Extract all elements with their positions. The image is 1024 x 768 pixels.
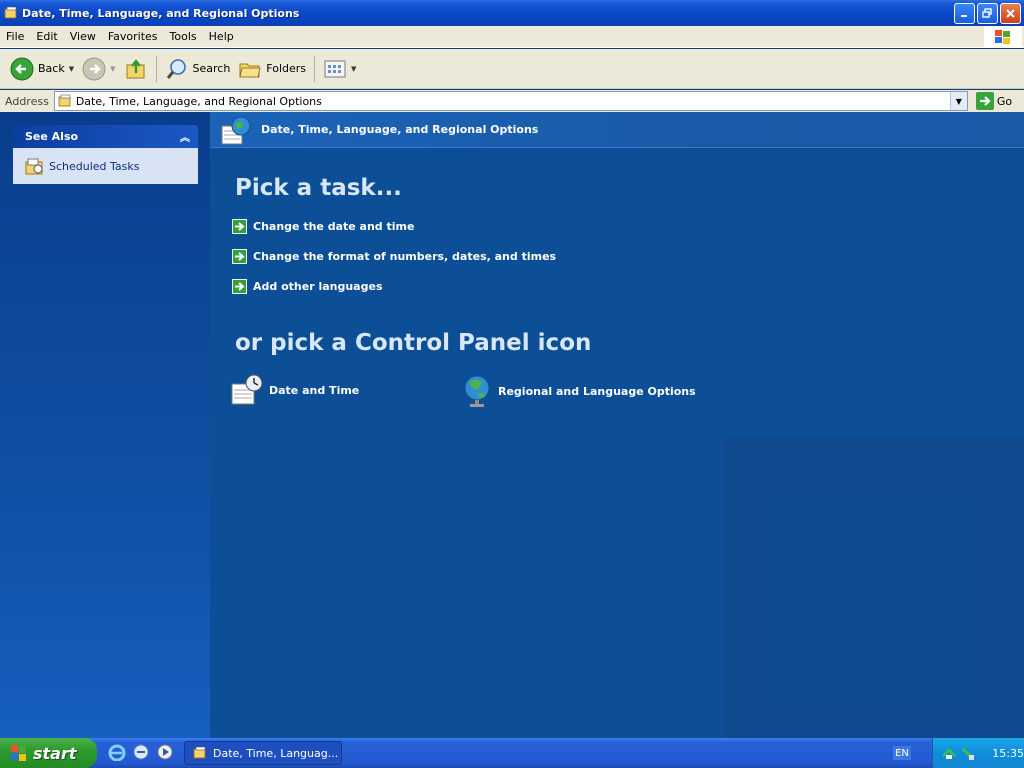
menu-tools[interactable]: Tools: [164, 30, 203, 43]
start-label: start: [33, 743, 77, 763]
menu-help[interactable]: Help: [203, 30, 240, 43]
watermark-shape: [774, 497, 974, 697]
go-arrow-icon: [975, 92, 994, 110]
up-folder-icon: [126, 58, 144, 78]
outlook-express-icon[interactable]: [132, 743, 150, 761]
windows-logo: [984, 26, 1022, 48]
back-arrow-icon: [10, 57, 34, 80]
back-label: Back: [38, 62, 65, 75]
forward-arrow-icon: [82, 57, 106, 80]
up-folder-button[interactable]: [120, 53, 152, 85]
go-label: Go: [996, 94, 1013, 108]
address-label: Address: [5, 94, 49, 108]
address-bar: Address Date, Time, Language, and Region…: [0, 90, 1024, 112]
taskbar-window-label: Date, Time, Languag...: [213, 746, 339, 760]
language-indicator[interactable]: EN: [893, 746, 911, 760]
folders-icon: [239, 63, 261, 77]
title-bar[interactable]: Date, Time, Language, and Regional Optio…: [0, 0, 1024, 26]
date-time-icon: [231, 374, 263, 405]
standard-toolbar: Back ▼ ▼ Search Folders ▼: [0, 49, 1024, 89]
menu-edit[interactable]: Edit: [30, 30, 63, 43]
search-label: Search: [192, 62, 231, 75]
close-icon: [1006, 9, 1015, 18]
forward-button[interactable]: ▼: [78, 53, 119, 85]
control-panel-folder-icon: [193, 746, 206, 759]
control-panel-folder-icon: [4, 6, 17, 19]
date-time-language-icon: [221, 116, 251, 145]
folders-button[interactable]: Folders: [234, 53, 310, 85]
task-change-date-time[interactable]: Change the date and time: [232, 219, 414, 234]
media-player-icon[interactable]: [156, 743, 174, 761]
menu-favorites[interactable]: Favorites: [102, 30, 164, 43]
safely-remove-hardware-icon[interactable]: [961, 745, 975, 761]
taskbar-window-button[interactable]: Date, Time, Languag...: [184, 741, 342, 765]
menu-bar: File Edit View Favorites Tools Help: [0, 26, 1024, 48]
windows-flag-icon: [11, 745, 26, 761]
network-icon[interactable]: [941, 745, 957, 761]
folders-label: Folders: [266, 62, 307, 75]
start-button[interactable]: start: [0, 738, 97, 768]
internet-explorer-icon[interactable]: [108, 743, 126, 761]
address-value: Date, Time, Language, and Regional Optio…: [75, 94, 322, 108]
windows-flag-icon: [995, 30, 1010, 44]
pick-task-heading: Pick a task...: [235, 175, 402, 201]
address-dropdown-button[interactable]: ▼: [949, 92, 967, 110]
task-pane: See Also ︽ Scheduled Tasks: [0, 112, 210, 738]
task-arrow-icon: [232, 279, 247, 294]
search-button[interactable]: Search: [161, 53, 235, 85]
search-icon: [166, 58, 186, 79]
watermark-background: [724, 437, 1024, 738]
views-button[interactable]: ▼: [319, 53, 360, 85]
go-button[interactable]: Go: [975, 92, 1013, 110]
window-controls: [954, 3, 1021, 24]
pick-icon-heading: or pick a Control Panel icon: [235, 330, 592, 356]
toolbar-separator: [314, 55, 316, 82]
category-header: Date, Time, Language, and Regional Optio…: [210, 112, 1024, 148]
scheduled-tasks-link[interactable]: Scheduled Tasks: [49, 160, 140, 173]
category-title: Date, Time, Language, and Regional Optio…: [261, 123, 539, 136]
explorer-window: Date, Time, Language, and Regional Optio…: [0, 0, 1024, 768]
address-field[interactable]: Date, Time, Language, and Regional Optio…: [53, 91, 968, 111]
close-button[interactable]: [1000, 3, 1021, 24]
date-and-time-label: Date and Time: [269, 383, 360, 397]
control-panel-folder-icon: [58, 94, 71, 107]
system-tray: 15:35: [932, 738, 1024, 768]
regional-language-icon-link[interactable]: Regional and Language Options: [462, 374, 696, 408]
back-button[interactable]: Back ▼: [6, 53, 78, 85]
minimize-button[interactable]: [954, 3, 975, 24]
date-and-time-icon-link[interactable]: Date and Time: [231, 374, 359, 406]
views-dropdown-icon[interactable]: ▼: [351, 65, 356, 73]
views-icon: [324, 60, 346, 77]
regional-language-label: Regional and Language Options: [498, 384, 696, 398]
task-arrow-icon: [232, 249, 247, 264]
see-also-title: See Also: [25, 130, 79, 143]
restore-icon: [982, 8, 992, 18]
forward-dropdown-icon[interactable]: ▼: [110, 65, 115, 73]
task-label: Change the format of numbers, dates, and…: [253, 250, 557, 263]
see-also-list: Scheduled Tasks: [13, 148, 198, 184]
task-change-format[interactable]: Change the format of numbers, dates, and…: [232, 249, 556, 264]
task-add-languages[interactable]: Add other languages: [232, 279, 383, 294]
collapse-chevron-icon[interactable]: ︽: [180, 129, 190, 144]
taskbar: start Date, Time, Languag... EN 15:35: [0, 738, 1024, 768]
back-dropdown-icon[interactable]: ▼: [69, 65, 74, 73]
globe-icon: [464, 375, 490, 407]
clock[interactable]: 15:35: [992, 747, 1024, 760]
scheduled-tasks-icon: [25, 158, 43, 175]
minimize-icon: [961, 15, 967, 17]
menu-file[interactable]: File: [0, 30, 30, 43]
menu-view[interactable]: View: [64, 30, 102, 43]
quick-launch: [108, 743, 174, 761]
task-label: Change the date and time: [253, 220, 415, 233]
task-arrow-icon: [232, 219, 247, 234]
task-label: Add other languages: [253, 280, 383, 293]
see-also-header[interactable]: See Also ︽: [13, 125, 198, 148]
window-title: Date, Time, Language, and Regional Optio…: [22, 6, 300, 20]
main-content: Date, Time, Language, and Regional Optio…: [210, 112, 1024, 738]
restore-button[interactable]: [977, 3, 998, 24]
toolbar-separator: [155, 55, 157, 82]
